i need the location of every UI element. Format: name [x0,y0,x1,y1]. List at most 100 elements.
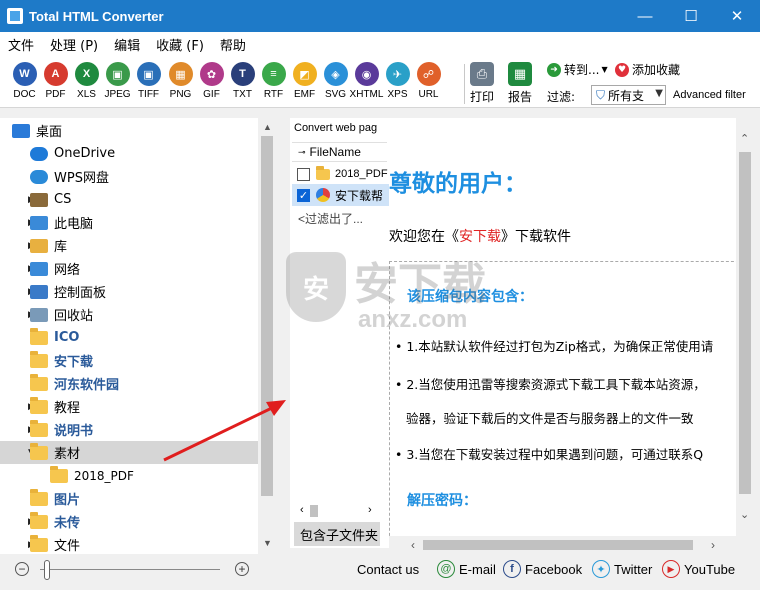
scroll-right-icon[interactable]: › [711,538,715,552]
convert-xps-button[interactable]: ✈ XPS [382,62,413,106]
scrollbar-thumb[interactable] [739,152,751,494]
tree-item-label: 未传 [54,516,81,531]
advanced-filter-link[interactable]: Advanced filter [673,89,746,101]
menu-favorites[interactable]: 收藏 (F) [148,35,212,54]
convert-xhtml-button[interactable]: ◉ XHTML [350,62,383,106]
convert-tiff-button[interactable]: ▣ TIFF [133,62,164,106]
tree-item[interactable]: ▶网络 [0,257,258,280]
scroll-up-icon[interactable]: ⌃ [740,132,749,145]
folder-tree: 桌面 OneDrive WPS网盘 ▶CS▶此电脑▶库▶网络▶控制面板▶回收站 ICO 安… [0,118,276,554]
row-checkbox[interactable] [297,167,310,181]
tree-item-label: WPS网盘 [54,171,109,186]
print-button[interactable]: ⎙ 打印 [465,62,499,108]
maximize-button[interactable]: ☐ [668,0,714,32]
scrollbar-thumb[interactable] [423,540,693,550]
tree-item[interactable]: ▶回收站 [0,303,258,326]
list-horizontal-scrollbar[interactable]: ‹ › [300,504,380,518]
scroll-up-icon[interactable]: ▲ [263,122,272,132]
facebook-link[interactable]: f Facebook [503,560,582,578]
menu-process[interactable]: 处理 (P) [42,35,106,54]
convert-jpeg-button[interactable]: ▣ JPEG [102,62,133,106]
filter-select[interactable]: ⛉ 所有支 ▼ [591,85,666,105]
tree-item-label: 文件 [54,539,81,554]
tree-item[interactable]: WPS网盘 [0,165,258,188]
youtube-link[interactable]: ▶ YouTube [662,560,735,578]
tree-item[interactable]: ICO [0,326,258,349]
scrollbar-thumb[interactable] [310,505,318,517]
folder-icon [30,489,48,506]
tree-item[interactable]: 桌面 [0,119,258,142]
tree-item-label: 说明书 [54,424,94,439]
tree-item[interactable]: ▶库 [0,234,258,257]
scroll-down-icon[interactable]: ▼ [263,538,272,548]
zoom-out-button[interactable]: − [15,562,29,576]
include-subfolders-button[interactable]: 包含子文件夹 [294,522,380,546]
convert-emf-button[interactable]: ◩ EMF [289,62,320,106]
tree-item[interactable]: ▶文件 [0,533,258,556]
tree-item[interactable]: 图片 [0,487,258,510]
list-item[interactable]: ✓ 安下载帮 [292,184,389,206]
bullet-item: • 1.本站默认软件经过打包为Zip格式，为确保正常使用请 [395,339,714,354]
convert-gif-button[interactable]: ✿ GIF [196,62,227,106]
close-button[interactable]: ✕ [714,0,760,32]
emf-format-icon: ◩ [292,62,317,86]
convert-pdf-button[interactable]: A PDF [40,62,71,106]
pin-icon: ⊸ [298,146,306,157]
convert-url-button[interactable]: ☍ URL [413,62,444,106]
convert-txt-button[interactable]: T TXT [227,62,258,106]
convert-doc-button[interactable]: W DOC [9,62,40,106]
goto-button[interactable]: ➜ 转到... ▼ [547,61,608,78]
zoom-slider-handle[interactable] [44,560,50,580]
site-link[interactable]: 安下载 [459,229,501,245]
scroll-right-icon[interactable]: › [368,504,372,516]
computer-icon [30,216,48,230]
convert-rtf-button[interactable]: ≡ RTF [258,62,289,106]
tree-item[interactable]: ▶说明书 [0,418,258,441]
tree-item[interactable]: ▼素材 [0,441,258,464]
scroll-down-icon[interactable]: ⌄ [740,508,749,521]
report-button[interactable]: ▦ 报告 [503,62,537,108]
scrollbar-thumb[interactable] [261,136,273,496]
convert-png-button[interactable]: ▦ PNG [165,62,196,106]
tree-item[interactable]: ▶此电脑 [0,211,258,234]
tree-item[interactable]: ▶控制面板 [0,280,258,303]
row-checkbox[interactable]: ✓ [297,188,310,202]
scroll-left-icon[interactable]: ‹ [411,538,415,552]
tree-item[interactable]: ▶CS [0,188,258,211]
filename-column-header[interactable]: ⊸ FileName [292,142,387,162]
tree-item-label: 素材 [54,447,81,462]
menu-file[interactable]: 文件 [0,35,42,54]
tree-item[interactable]: 安下载 [0,349,258,372]
zoom-slider-track[interactable] [40,569,220,570]
convert-xls-button[interactable]: X XLS [71,62,102,106]
html-preview: 尊敬的用户： 欢迎您在《安下载》下载软件 该压缩包内容包含： • 1.本站默认软… [389,118,736,536]
tree-item[interactable]: 2018_PDF [0,464,258,487]
convert-tab[interactable]: Convert web pag [294,122,377,134]
tree-item[interactable]: ▶未传 [0,510,258,533]
menu-edit[interactable]: 编辑 [106,35,148,54]
list-item[interactable]: 2018_PDF [292,163,389,185]
format-label: EMF [293,89,316,100]
menu-help[interactable]: 帮助 [212,35,254,54]
folder-icon [30,535,48,552]
tree-item-label: 安下载 [54,355,94,370]
preview-vertical-scrollbar[interactable]: ⌃ ⌄ [736,118,754,536]
email-link[interactable]: @ E-mail [437,560,496,578]
tree-item[interactable]: OneDrive [0,142,258,165]
tree-item[interactable]: ▶教程 [0,395,258,418]
panel-splitter[interactable] [276,118,290,554]
format-label: URL [418,89,439,100]
bullet-item: • 3.当您在下载安装过程中如果遇到问题，可通过联系Q [395,447,704,462]
zoom-in-button[interactable]: + [235,562,249,576]
tree-item[interactable]: 河东软件园 [0,372,258,395]
convert-svg-button[interactable]: ◈ SVG [320,62,351,106]
twitter-link[interactable]: ✦ Twitter [592,560,652,578]
minimize-button[interactable]: — [622,0,668,32]
scroll-left-icon[interactable]: ‹ [300,504,304,516]
tree-scrollbar[interactable]: ▲ ▼ [258,118,276,554]
preview-horizontal-scrollbar[interactable]: ‹ › [389,536,736,554]
contact-us-link[interactable]: Contact us [357,562,419,577]
add-favorite-button[interactable]: ♥ 添加收藏 [615,61,680,78]
tree-item-label: 图片 [54,493,81,508]
xhtml-format-icon: ◉ [354,62,379,86]
